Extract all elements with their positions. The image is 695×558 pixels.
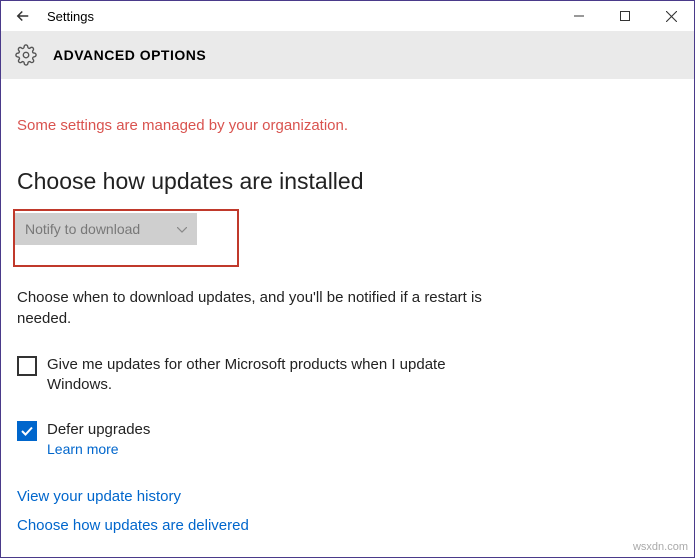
back-arrow-icon <box>14 7 32 25</box>
window-controls <box>556 1 694 31</box>
close-button[interactable] <box>648 1 694 31</box>
section-description: Choose when to download updates, and you… <box>17 287 487 329</box>
checkmark-icon <box>20 424 34 438</box>
dropdown-value: Notify to download <box>25 221 140 237</box>
section-heading: Choose how updates are installed <box>17 168 678 195</box>
defer-upgrades-label: Defer upgrades <box>47 420 150 440</box>
defer-label-group: Defer upgrades Learn more <box>47 420 150 460</box>
update-delivery-link[interactable]: Choose how updates are delivered <box>17 512 678 541</box>
titlebar: Settings <box>1 1 694 31</box>
maximize-icon <box>620 11 630 21</box>
install-mode-dropdown[interactable]: Notify to download <box>15 213 197 245</box>
minimize-button[interactable] <box>556 1 602 31</box>
watermark: wsxdn.com <box>633 541 688 553</box>
gear-icon <box>15 44 37 66</box>
update-history-link[interactable]: View your update history <box>17 483 678 512</box>
back-button[interactable] <box>11 4 35 28</box>
settings-window: Settings ADVANCED OPTIONS Some settings … <box>0 0 695 558</box>
minimize-icon <box>574 11 584 21</box>
dropdown-highlight: Notify to download <box>13 209 239 267</box>
other-products-checkbox[interactable] <box>17 356 37 376</box>
defer-upgrades-checkbox[interactable] <box>17 421 37 441</box>
maximize-button[interactable] <box>602 1 648 31</box>
close-icon <box>666 11 677 22</box>
defer-upgrades-row: Defer upgrades Learn more <box>17 420 497 460</box>
window-title: Settings <box>47 9 94 24</box>
header-band: ADVANCED OPTIONS <box>1 31 694 79</box>
page-title: ADVANCED OPTIONS <box>53 47 206 63</box>
other-products-row: Give me updates for other Microsoft prod… <box>17 355 497 396</box>
chevron-down-icon <box>177 222 187 236</box>
content-area: Some settings are managed by your organi… <box>1 79 694 557</box>
other-products-label: Give me updates for other Microsoft prod… <box>47 355 497 396</box>
org-notice: Some settings are managed by your organi… <box>17 117 678 134</box>
defer-learn-more-link[interactable]: Learn more <box>47 440 150 460</box>
